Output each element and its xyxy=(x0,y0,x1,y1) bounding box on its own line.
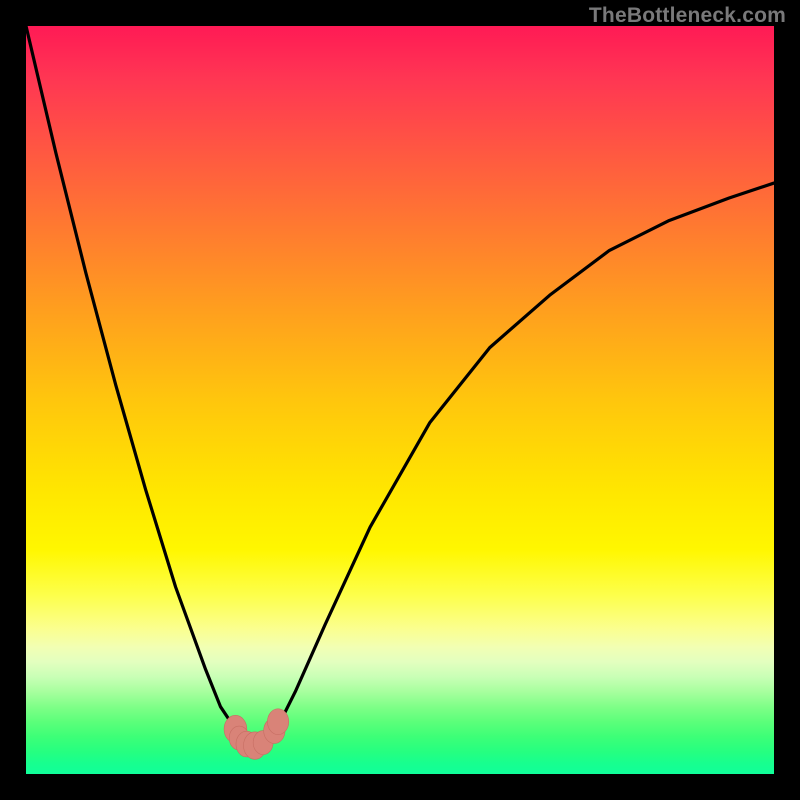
plot-area xyxy=(26,26,774,774)
data-marker xyxy=(267,709,288,735)
watermark-text: TheBottleneck.com xyxy=(589,4,786,28)
curve-layer xyxy=(26,26,774,774)
bottleneck-curve xyxy=(26,26,774,744)
chart-frame: TheBottleneck.com xyxy=(0,0,800,800)
